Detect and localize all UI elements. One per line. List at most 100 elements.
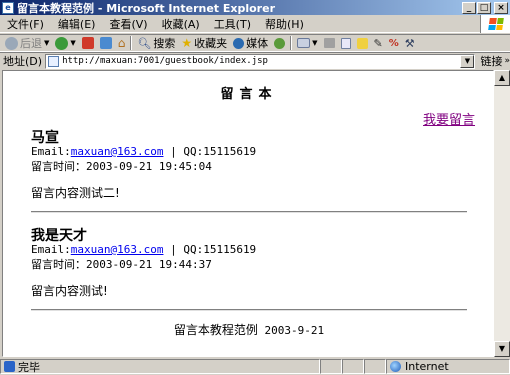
search-label: 搜索 <box>153 37 176 50</box>
media-button[interactable]: 媒体 <box>230 35 271 51</box>
address-dropdown-button[interactable]: ▼ <box>460 54 475 68</box>
chevron-down-icon: ▼ <box>70 39 76 47</box>
research-icon: ✎ <box>373 36 383 50</box>
menu-bar: 文件(F) 编辑(E) 查看(V) 收藏(A) 工具(T) 帮助(H) <box>0 15 510 33</box>
home-icon: ⌂ <box>117 36 126 50</box>
status-text-pane: 完毕 <box>0 359 320 374</box>
address-input[interactable]: http://maxuan:7001/guestbook/index.jsp ▼ <box>45 53 476 69</box>
menu-view[interactable]: 查看(V) <box>102 16 154 32</box>
favorites-label: 收藏夹 <box>194 37 228 50</box>
mail-button[interactable]: ▼ <box>294 38 320 48</box>
footer-date: 2003-9-21 <box>257 324 325 337</box>
status-bar: 完毕 Internet <box>0 358 510 375</box>
page-title: 留言本 <box>220 87 278 102</box>
status-pane <box>364 359 386 374</box>
page-footer: 留言本教程范例 2003-9-21 <box>3 321 493 338</box>
menu-edit[interactable]: 编辑(E) <box>51 16 103 32</box>
window-controls: _ □ × <box>462 1 508 14</box>
edit-button[interactable] <box>338 37 354 49</box>
guestbook-entry: 马宣 Email:maxuan@163.com | QQ:15115619 留言… <box>31 127 471 201</box>
guestbook-entry: 我是天才 Email:maxuan@163.com | QQ:15115619 … <box>31 225 471 299</box>
ie-app-icon: e <box>2 1 14 14</box>
search-icon: 🔍︎ <box>137 36 152 50</box>
messenger-icon: % <box>388 37 399 49</box>
star-icon: ★ <box>181 36 193 50</box>
home-button[interactable]: ⌂ <box>115 36 129 50</box>
entry-time: 留言时间：2003-09-21 19:44:37 <box>31 258 212 271</box>
stop-icon <box>81 37 94 49</box>
messenger-button[interactable]: % <box>386 38 402 49</box>
research-button[interactable]: ✎ <box>371 37 386 50</box>
windows-logo-icon <box>480 15 510 33</box>
search-button[interactable]: 🔍︎ 搜索 <box>134 35 178 51</box>
entry-divider <box>31 211 467 213</box>
status-text: 完毕 <box>18 360 40 374</box>
chevron-down-icon: ▼ <box>312 39 318 47</box>
discuss-icon <box>356 37 368 49</box>
favorites-button[interactable]: ★ 收藏夹 <box>178 35 230 51</box>
discuss-button[interactable] <box>354 37 371 49</box>
entry-contact: Email:maxuan@163.com | QQ:15115619 <box>31 145 471 158</box>
entry-qq: | QQ:15115619 <box>163 145 257 158</box>
media-label: 媒体 <box>246 37 269 50</box>
globe-icon <box>390 361 401 372</box>
footer-text: 留言本教程范例 <box>173 323 258 337</box>
entry-time: 留言时间：2003-09-21 19:45:04 <box>31 160 212 173</box>
history-icon <box>274 37 286 49</box>
email-prefix: Email: <box>31 243 71 256</box>
address-bar: 地址(D) http://maxuan:7001/guestbook/index… <box>0 52 510 69</box>
page-done-icon <box>4 361 15 372</box>
print-button[interactable] <box>321 38 338 48</box>
entry-message: 留言内容测试! <box>31 284 108 298</box>
back-arrow-icon <box>5 36 18 50</box>
links-button[interactable]: 链接 <box>475 53 502 69</box>
entry-message: 留言内容测试二! <box>31 186 120 200</box>
window-title: 留言本教程范例 - Microsoft Internet Explorer <box>17 1 275 15</box>
tools-button[interactable]: ⚒ <box>402 37 418 50</box>
back-button[interactable]: 后退 ▼ <box>2 35 52 51</box>
toolbar-separator <box>290 36 293 50</box>
status-pane <box>342 359 364 374</box>
back-label: 后退 <box>20 37 42 50</box>
zone-text: Internet <box>405 360 449 373</box>
page-icon <box>48 55 60 67</box>
stop-button[interactable] <box>79 37 97 49</box>
email-link[interactable]: maxuan@163.com <box>71 145 164 158</box>
menu-help[interactable]: 帮助(H) <box>258 16 311 32</box>
print-icon <box>323 38 335 48</box>
minimize-button[interactable]: _ <box>462 1 476 14</box>
chevron-right-icon[interactable]: » <box>502 56 510 66</box>
entry-divider <box>31 309 467 311</box>
refresh-icon <box>99 37 112 49</box>
post-message-link[interactable]: 我要留言 <box>423 109 475 128</box>
address-url[interactable]: http://maxuan:7001/guestbook/index.jsp <box>62 56 268 66</box>
title-bar: e 留言本教程范例 - Microsoft Internet Explorer … <box>0 0 510 15</box>
refresh-button[interactable] <box>97 37 115 49</box>
status-pane <box>320 359 342 374</box>
entry-author: 我是天才 <box>31 228 87 244</box>
address-label: 地址(D) <box>3 55 43 68</box>
entry-qq: | QQ:15115619 <box>163 243 257 256</box>
history-button[interactable] <box>271 37 288 49</box>
scroll-up-button[interactable]: ▲ <box>494 70 510 86</box>
security-zone-pane: Internet <box>386 359 510 374</box>
close-button[interactable]: × <box>494 1 508 14</box>
toolbar: 后退 ▼ ▼ ⌂ 🔍︎ 搜索 ★ 收藏夹 媒体 ▼ ✎ % ⚒ <box>0 34 510 52</box>
email-link[interactable]: maxuan@163.com <box>71 243 164 256</box>
menu-tools[interactable]: 工具(T) <box>207 16 258 32</box>
media-icon <box>233 37 245 49</box>
scroll-down-button[interactable]: ▼ <box>494 341 510 357</box>
forward-arrow-icon <box>55 36 69 50</box>
mail-icon <box>297 38 311 48</box>
forward-button[interactable]: ▼ <box>52 36 78 50</box>
vertical-scrollbar[interactable]: ▲ ▼ <box>494 70 510 357</box>
chevron-down-icon: ▼ <box>44 39 50 47</box>
maximize-button[interactable]: □ <box>477 1 491 14</box>
toolbar-separator <box>130 36 133 50</box>
entry-author: 马宣 <box>31 130 59 146</box>
menu-favorites[interactable]: 收藏(A) <box>155 16 207 32</box>
menu-file[interactable]: 文件(F) <box>0 16 51 32</box>
email-prefix: Email: <box>31 145 71 158</box>
entry-contact: Email:maxuan@163.com | QQ:15115619 <box>31 243 471 256</box>
edit-page-icon <box>340 37 351 49</box>
